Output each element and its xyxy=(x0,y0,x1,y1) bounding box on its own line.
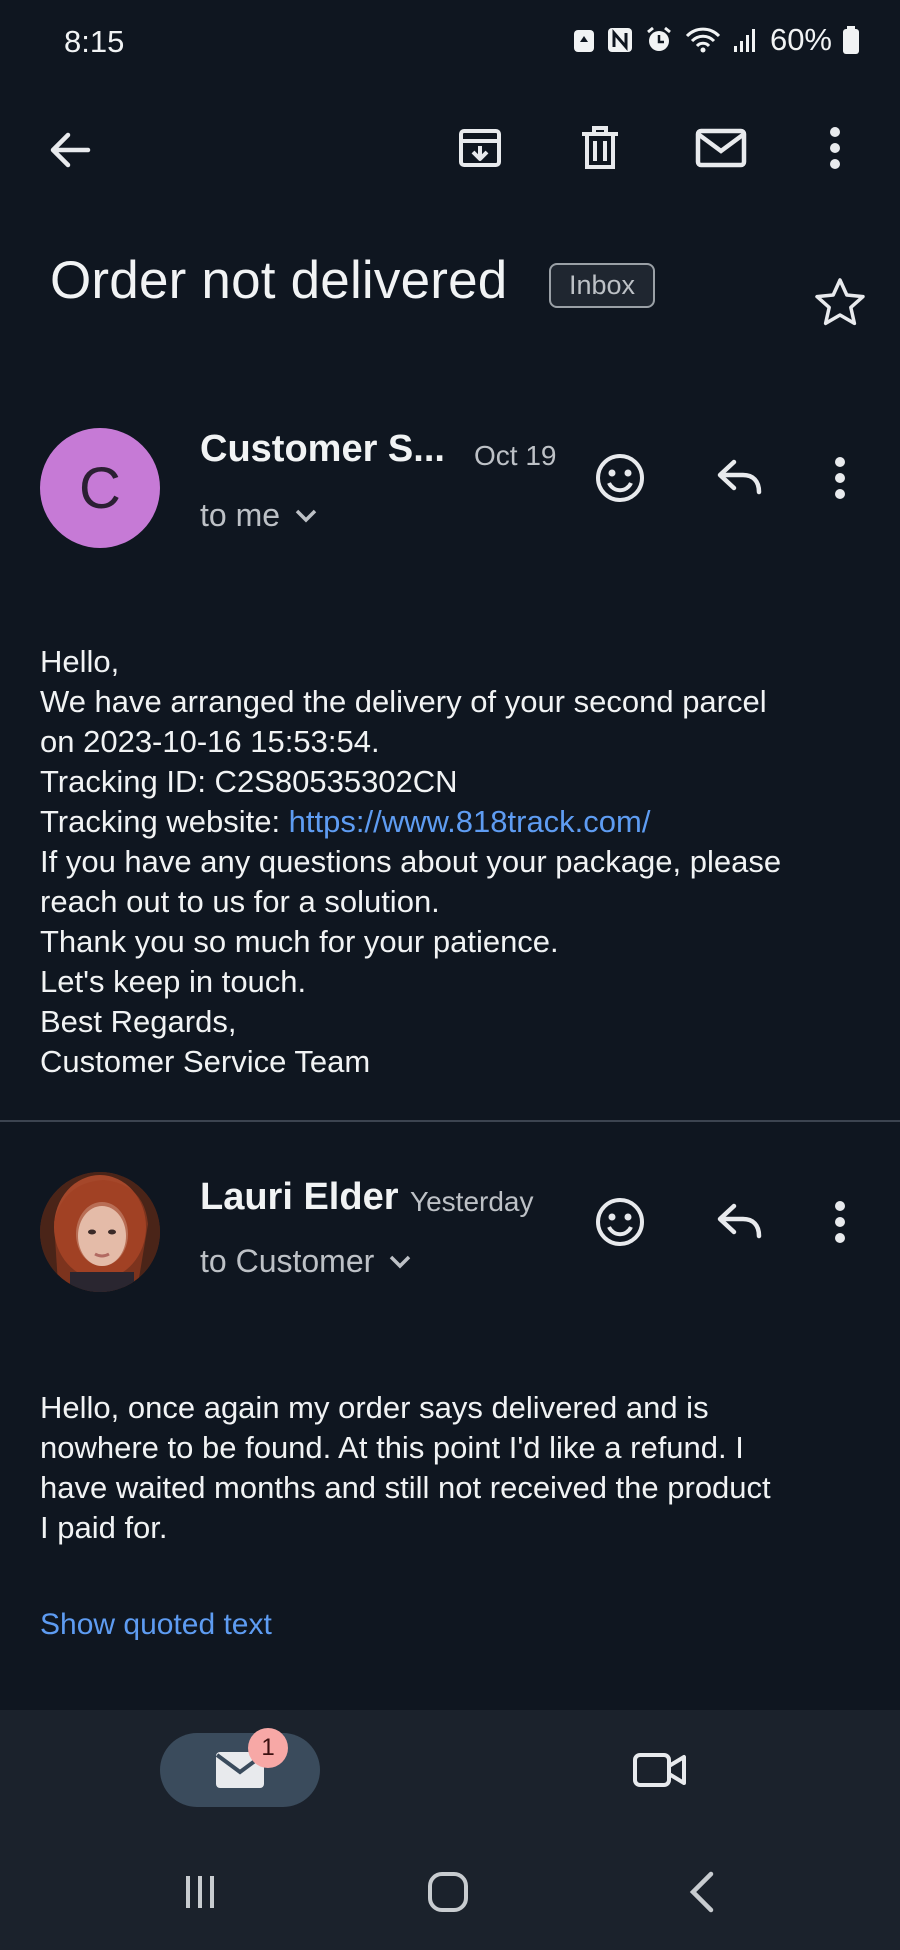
battery-level: 60% xyxy=(769,22,832,57)
system-back-button[interactable] xyxy=(672,1862,732,1922)
video-camera-icon xyxy=(633,1753,686,1787)
sender-avatar-photo[interactable] xyxy=(40,1172,160,1292)
sender-avatar[interactable]: C xyxy=(40,428,160,548)
message-body: Hello, once again my order says delivere… xyxy=(40,1388,771,1548)
body-line: have waited months and still not receive… xyxy=(40,1470,771,1505)
tracking-website-label: Tracking website: xyxy=(40,804,289,839)
body-line: I paid for. xyxy=(40,1510,168,1545)
body-line: If you have any questions about your pac… xyxy=(40,844,782,879)
reply-icon xyxy=(717,1203,762,1239)
body-line: reach out to us for a solution. xyxy=(40,884,440,919)
mail-tab[interactable] xyxy=(160,1733,320,1807)
chevron-down-icon xyxy=(390,1255,411,1268)
home-icon xyxy=(428,1872,468,1912)
message-more-button[interactable] xyxy=(815,448,865,508)
body-line: Hello, xyxy=(40,644,120,679)
mail-icon xyxy=(695,128,747,168)
message-date: Oct 19 xyxy=(474,440,557,471)
message-divider xyxy=(0,1120,900,1122)
home-button[interactable] xyxy=(418,1862,478,1922)
battery-icon xyxy=(843,26,859,54)
unread-badge: 1 xyxy=(248,1728,288,1768)
react-emoji-button[interactable] xyxy=(590,1192,650,1252)
body-line: Customer Service Team xyxy=(40,1044,371,1079)
body-line: We have arranged the delivery of your se… xyxy=(40,684,767,719)
emoji-icon xyxy=(596,454,644,502)
body-line: Tracking ID: C2S80535302CN xyxy=(40,764,458,799)
body-line: Let's keep in touch. xyxy=(40,964,307,999)
archive-button[interactable] xyxy=(450,118,510,178)
recents-icon xyxy=(186,1876,214,1908)
star-button[interactable] xyxy=(812,274,868,330)
body-line: Tracking website: https://www.818track.c… xyxy=(40,802,781,842)
trash-icon xyxy=(582,126,618,169)
emoji-icon xyxy=(596,1198,644,1246)
recipient-toggle[interactable]: to me xyxy=(200,497,318,534)
status-icons: 60% xyxy=(572,22,860,58)
star-outline-icon xyxy=(815,278,865,326)
reply-button[interactable] xyxy=(710,448,770,508)
mark-unread-button[interactable] xyxy=(690,118,752,178)
more-options-button[interactable] xyxy=(810,118,860,178)
avatar-photo-icon xyxy=(40,1172,160,1292)
recents-button[interactable] xyxy=(170,1862,230,1922)
body-line: on 2023-10-16 15:53:54. xyxy=(40,724,380,759)
meet-tab[interactable] xyxy=(630,1745,690,1795)
archive-icon xyxy=(459,129,501,167)
message-date: Yesterday xyxy=(410,1186,534,1217)
recipient-label: to Customer xyxy=(200,1243,375,1279)
body-line: nowhere to be found. At this point I'd l… xyxy=(40,1430,744,1465)
nfc-icon xyxy=(607,28,632,52)
recipient-label: to me xyxy=(200,497,281,533)
back-button[interactable] xyxy=(40,120,100,180)
signal-icon xyxy=(733,29,755,52)
show-quoted-text-link[interactable]: Show quoted text xyxy=(40,1608,272,1642)
reply-button[interactable] xyxy=(710,1192,770,1252)
body-line: Thank you so much for your patience. xyxy=(40,924,559,959)
sender-name: Lauri Elder xyxy=(200,1176,399,1218)
react-emoji-button[interactable] xyxy=(590,448,650,508)
reply-icon xyxy=(717,459,762,495)
message-more-button[interactable] xyxy=(815,1192,865,1252)
delete-button[interactable] xyxy=(570,118,630,178)
status-time: 8:15 xyxy=(64,24,125,59)
more-vert-icon xyxy=(835,1201,845,1243)
message-body: Hello, We have arranged the delivery of … xyxy=(40,642,781,1082)
alarm-icon xyxy=(647,26,671,51)
thread-subject: Order not delivered xyxy=(50,251,508,310)
wifi-icon xyxy=(685,27,721,53)
recycle-icon xyxy=(573,30,594,52)
more-vert-icon xyxy=(830,127,840,169)
more-vert-icon xyxy=(835,457,845,499)
tracking-link[interactable]: https://www.818track.com/ xyxy=(289,804,651,839)
body-line: Best Regards, xyxy=(40,1004,237,1039)
chevron-left-icon xyxy=(689,1871,714,1913)
recipient-toggle[interactable]: to Customer xyxy=(200,1243,412,1280)
arrow-left-icon xyxy=(50,132,91,168)
chevron-down-icon xyxy=(295,509,317,522)
sender-name: Customer S... xyxy=(200,428,445,470)
inbox-label-chip[interactable]: Inbox xyxy=(549,263,656,308)
body-line: Hello, once again my order says delivere… xyxy=(40,1390,709,1425)
